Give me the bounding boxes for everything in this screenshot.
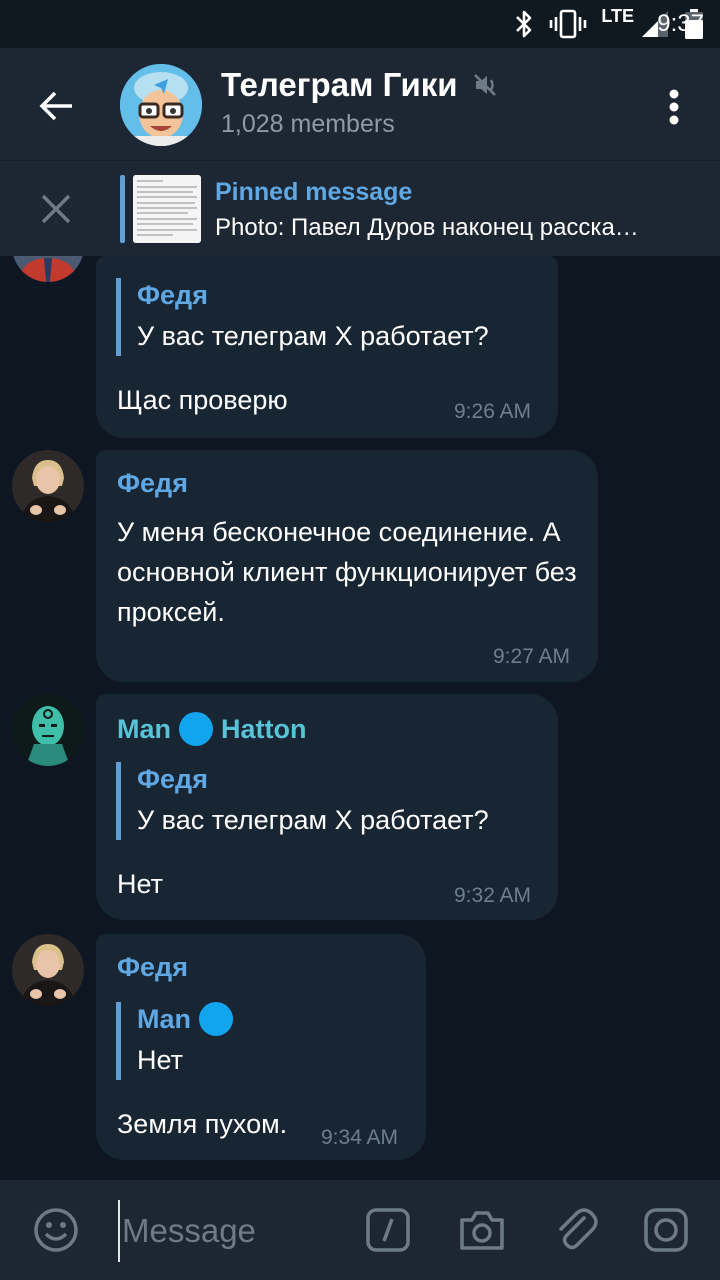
close-pinned-button[interactable] [30,183,82,235]
status-bar: LTE 9:37 [0,0,720,48]
user-avatar-icon [12,934,84,1006]
sender-avatar[interactable] [12,934,84,1006]
blue-circle-emoji [179,712,213,746]
reply-sender: Федя [137,280,208,310]
clock: 9:37 [657,10,704,37]
video-message-icon [644,1208,688,1252]
sender-name[interactable]: Man Hatton [117,712,306,746]
message-time: 9:34 AM [321,1126,399,1149]
message-time: 9:32 AM [454,884,532,907]
user-avatar-icon [12,694,84,766]
user-avatar-icon [12,450,84,522]
chat-header: Телеграм Гики 1,028 members [0,48,720,160]
camera-icon [460,1211,504,1250]
message-text: Щас проверю [117,385,288,415]
pinned-thumbnail [133,175,201,243]
chat-title-text: Телеграм Гики [221,66,458,103]
sender-first-name: Man [117,713,171,744]
message-text: Нет [117,869,163,899]
sender-name[interactable]: Федя [117,468,188,499]
reply-text: У вас телеграм X работает? [137,321,489,351]
back-button[interactable] [28,78,84,134]
vibrate-icon [550,9,587,39]
attach-button[interactable] [550,1204,602,1256]
more-menu-button[interactable] [654,84,694,130]
muted-icon [473,74,496,96]
blue-circle-emoji [199,1002,233,1036]
camera-button[interactable] [456,1204,508,1256]
message-time: 9:27 AM [493,645,571,668]
smiley-icon [34,1208,78,1252]
emoji-button[interactable] [30,1204,82,1256]
instant-camera-button[interactable] [640,1204,692,1256]
pinned-message-bar[interactable]: Pinned message Photo: Павел Дуров наконе… [0,160,720,256]
sender-avatar[interactable] [12,694,84,766]
geek-avatar-icon [120,64,202,146]
message-text: Земля пухом. [117,1109,288,1139]
sender-name[interactable]: Федя [117,952,188,983]
bluetooth-icon [516,10,532,38]
message-input[interactable] [118,1200,354,1262]
chat-avatar[interactable] [120,64,202,146]
reply-sender-text: Man [137,1004,191,1034]
message-input-bar [0,1180,720,1280]
back-arrow-icon [39,91,72,121]
document-thumbnail-icon [133,175,201,243]
reply-sender: Man [137,1002,233,1036]
reply-sender: Федя [137,764,208,794]
pinned-accent-bar [120,175,125,243]
more-vertical-icon [669,89,679,125]
sender-avatar[interactable] [12,450,84,522]
user-avatar-icon [12,256,84,282]
chat-title[interactable]: Телеграм Гики [221,66,498,104]
pinned-title: Pinned message [215,178,413,206]
reply-quote[interactable]: Федя У вас телеграм X работает? [116,762,489,840]
sender-last-name: Hatton [221,713,307,744]
paperclip-icon [559,1208,598,1250]
sender-avatar[interactable] [12,256,84,282]
reply-quote[interactable]: Федя У вас телеграм X работает? [116,278,489,356]
member-count: 1,028 members [221,110,395,138]
message-text: У меня бесконечное соединение. А основно… [117,517,577,627]
close-icon [41,194,71,224]
message-time: 9:26 AM [454,400,532,423]
pinned-text: Photo: Павел Дуров наконец расска… [215,214,639,241]
reply-text: Нет [137,1045,183,1075]
slash-command-icon [366,1208,410,1252]
bot-commands-button[interactable] [362,1204,414,1256]
reply-text: У вас телеграм X работает? [137,805,489,835]
reply-quote[interactable]: Man Нет [116,1002,233,1080]
message-list[interactable]: Федя У вас телеграм X работает? Щас пров… [0,256,720,1180]
network-type: LTE [601,5,634,26]
